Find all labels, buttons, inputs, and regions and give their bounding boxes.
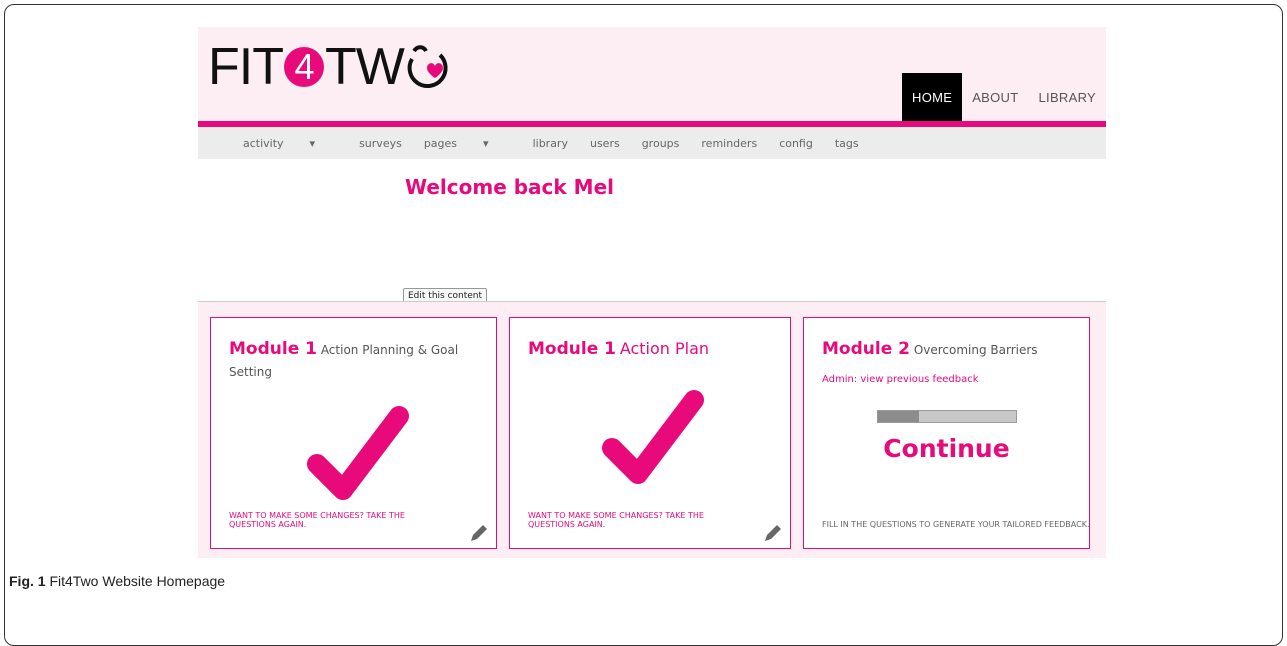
module-progress-bar [877,410,1017,423]
admin-nav-groups[interactable]: groups [642,137,680,150]
module-card-footer: FILL IN THE QUESTIONS TO GENERATE YOUR T… [822,520,1090,529]
figure-caption-text: Fit4Two Website Homepage [49,573,226,589]
nav-home[interactable]: HOME [902,73,963,121]
module-number: Module 1 [229,339,317,359]
admin-nav-users[interactable]: users [590,137,620,150]
admin-nav: activity ▾ surveys pages ▾ library users g… [198,127,1106,159]
module-title: Overcoming Barriers [913,343,1038,357]
checkmark-icon [602,390,704,484]
admin-nav-config[interactable]: config [779,137,813,150]
module-card-1[interactable]: Module 1 Action Planning & Goal Setting … [210,317,497,549]
module-number: Module 2 [822,339,910,359]
welcome-heading: Welcome back Mel [405,175,614,199]
logo-digit: 4 [283,46,324,87]
continue-button[interactable]: Continue [804,434,1089,463]
checkmark-icon [307,406,409,500]
figure-label: Fig. 1 [9,573,46,589]
admin-nav-library[interactable]: library [533,137,568,150]
module-card-3[interactable]: Module 2 Overcoming Barriers Admin: view… [803,317,1090,549]
admin-nav-label: pages [423,136,458,150]
modules-section: Module 1 Action Planning & Goal Setting … [198,301,1106,558]
heart-o-icon [407,45,448,89]
module-number: Module 1 [528,339,616,359]
site-logo[interactable]: FIT 4 TW [208,38,452,96]
caret-down-icon: ▾ [483,136,489,150]
figure-caption: Fig. 1 Fit4Two Website Homepage [9,573,225,589]
admin-nav-label: activity [243,136,284,150]
module-card-2[interactable]: Module 1 Action Plan WANT TO MAKE SOME C… [509,317,791,549]
nav-library[interactable]: LIBRARY [1029,73,1107,121]
logo-text-right: TW [324,38,405,96]
admin-nav-surveys[interactable]: surveys [359,137,402,150]
module-card-footer: WANT TO MAKE SOME CHANGES? TAKE THE QUES… [229,511,405,529]
module-card-footer: WANT TO MAKE SOME CHANGES? TAKE THE QUES… [528,511,704,529]
progress-fill [878,411,920,422]
module-card-title: Module 1 Action Planning & Goal Setting [229,338,478,383]
main-nav: HOME ABOUT LIBRARY [902,73,1106,121]
admin-nav-pages[interactable]: pages ▾ [424,137,511,150]
module-card-title: Module 1 Action Plan [528,338,772,361]
admin-nav-tags[interactable]: tags [835,137,859,150]
pencil-icon[interactable] [762,522,784,544]
logo-text-left: FIT [208,38,284,96]
website: FIT 4 TW HOME ABOUT LIBRARY activity ▾ su… [198,27,1106,558]
site-header: FIT 4 TW HOME ABOUT LIBRARY [198,27,1106,121]
module-title: Action Plan [619,339,710,358]
admin-nav-reminders[interactable]: reminders [701,137,757,150]
nav-about[interactable]: ABOUT [962,73,1028,121]
caret-down-icon: ▾ [309,136,316,150]
admin-feedback-link[interactable]: Admin: view previous feedback [822,374,979,385]
admin-nav-activity[interactable]: activity ▾ [243,137,337,150]
pencil-icon[interactable] [468,522,490,544]
module-card-title: Module 2 Overcoming Barriers [822,338,1071,361]
